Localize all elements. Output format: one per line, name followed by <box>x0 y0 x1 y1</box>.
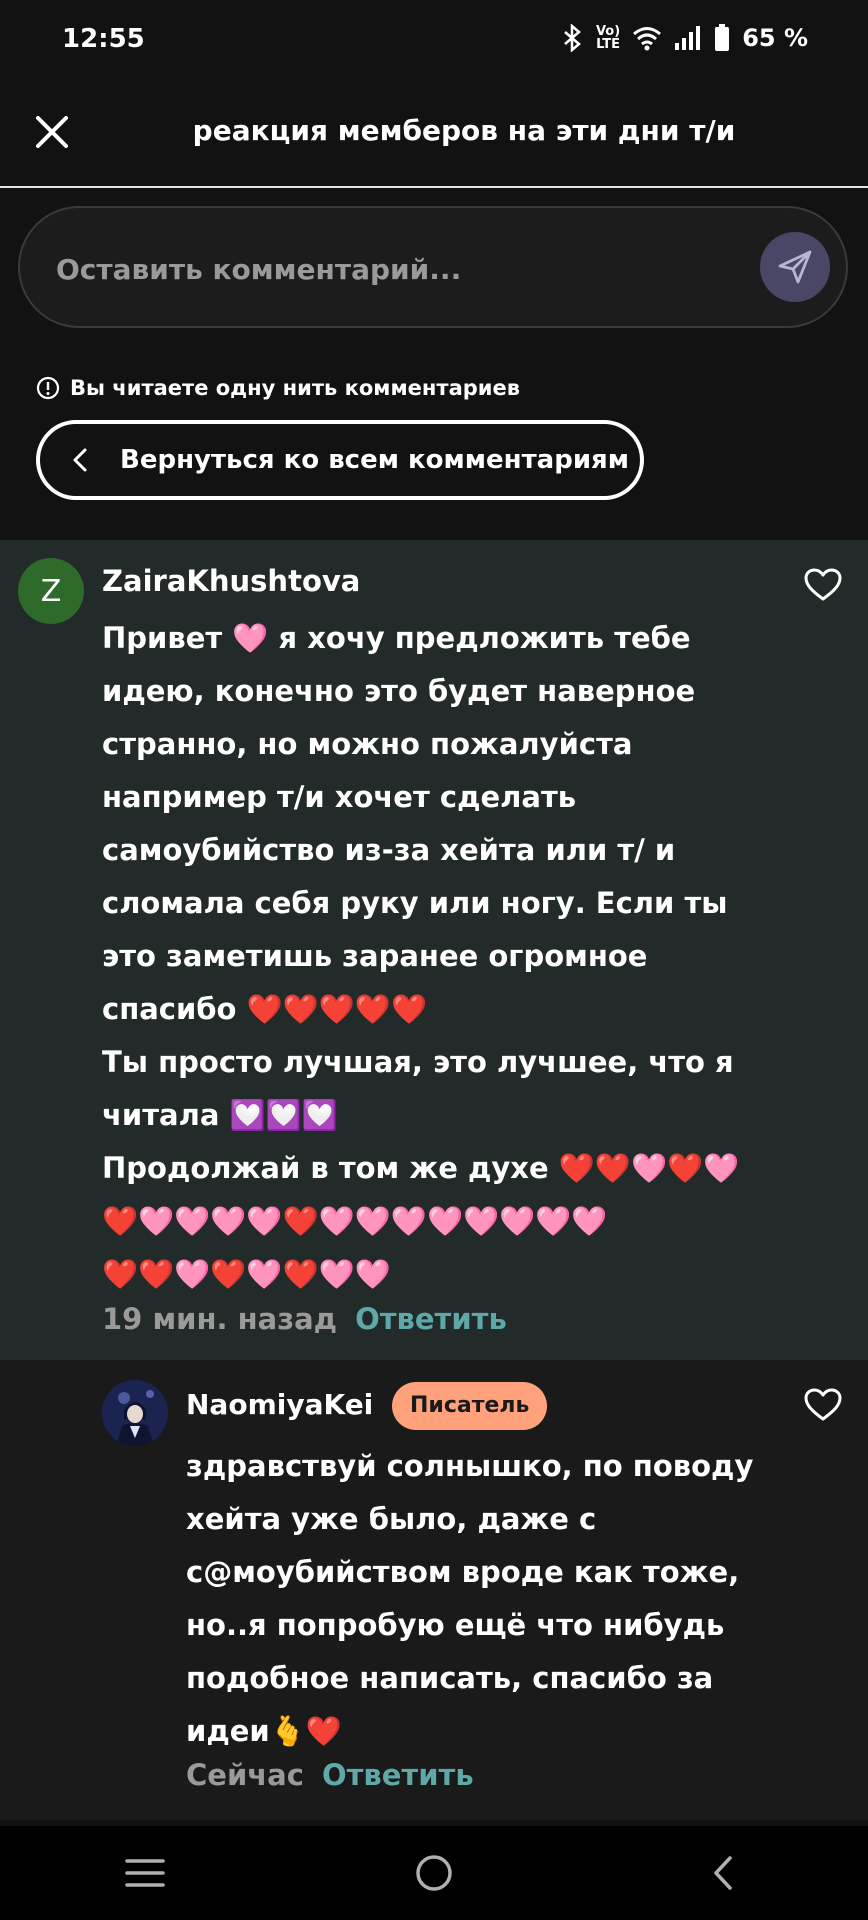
heart-outline-icon <box>804 568 842 601</box>
reply-item: NaomiyaKei Писатель здравствуй солнышко,… <box>0 1360 868 1820</box>
signal-icon <box>675 26 701 50</box>
page-title: реакция мемберов на эти дни т/и <box>192 114 736 147</box>
back-icon <box>714 1856 733 1890</box>
thread-notice: Вы читаете одну нить комментариев <box>36 376 520 400</box>
nav-back-button[interactable] <box>683 1843 763 1903</box>
close-button[interactable] <box>28 108 76 156</box>
comment-text: Привет 🩷 я хочу предложить тебе идею, ко… <box>102 621 740 1291</box>
battery-icon <box>715 24 730 51</box>
bluetooth-icon <box>564 24 581 52</box>
send-button[interactable] <box>760 232 830 302</box>
comment-author[interactable]: NaomiyaKei <box>186 1388 373 1421</box>
comment-meta: Сейчас Ответить <box>186 1758 474 1792</box>
chevron-left-icon <box>72 447 88 473</box>
system-nav-bar <box>0 1826 868 1920</box>
comment-text: здравствуй солнышко, по поводу хейта уже… <box>186 1449 754 1748</box>
send-icon <box>778 250 812 284</box>
like-button[interactable] <box>802 1384 844 1426</box>
like-button[interactable] <box>802 564 844 606</box>
status-time: 12:55 <box>62 24 145 54</box>
status-icons: Vo) LTE 65 % <box>562 24 808 52</box>
comment-author[interactable]: ZairaKhushtova <box>102 564 360 598</box>
reply-button[interactable]: Ответить <box>355 1302 507 1336</box>
comment-bar <box>18 206 848 328</box>
lte-icon: Vo) LTE <box>595 24 621 52</box>
nav-home-button[interactable] <box>394 1843 474 1903</box>
reply-button[interactable]: Ответить <box>322 1758 474 1792</box>
comment-time: Сейчас <box>186 1758 304 1792</box>
menu-icon <box>124 1859 165 1887</box>
comment-item: Z ZairaKhushtova Привет 🩷 я хочу предлож… <box>0 540 868 1360</box>
nav-recents-button[interactable] <box>105 1843 185 1903</box>
heart-outline-icon <box>804 1388 842 1421</box>
thread-notice-text: Вы читаете одну нить комментариев <box>70 376 521 400</box>
header: реакция мемберов на эти дни т/и <box>0 84 868 188</box>
back-button-label: Вернуться ко всем комментариям <box>120 445 630 475</box>
comment-meta: 19 мин. назад Ответить <box>102 1302 507 1336</box>
writer-badge: Писатель <box>392 1382 548 1430</box>
battery-percent: 65 % <box>742 24 808 52</box>
comment-time: 19 мин. назад <box>102 1302 338 1336</box>
comment-input[interactable] <box>54 238 698 300</box>
avatar[interactable] <box>102 1380 168 1446</box>
wifi-icon <box>633 27 662 51</box>
info-icon <box>36 376 60 400</box>
close-icon <box>36 116 68 148</box>
back-to-all-comments-button[interactable]: Вернуться ко всем комментариям <box>36 420 644 500</box>
home-circle-icon <box>416 1855 452 1891</box>
status-bar: 12:55 Vo) LTE 65 % <box>0 0 868 84</box>
avatar[interactable]: Z <box>18 558 84 624</box>
